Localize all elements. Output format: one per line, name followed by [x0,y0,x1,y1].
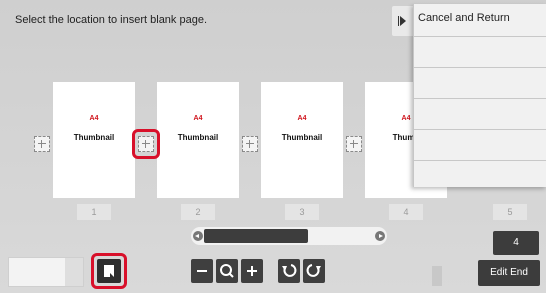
side-panel-row[interactable] [414,130,546,161]
horizontal-scrollbar[interactable] [191,227,387,245]
thumbnail-label: Thumbnail [281,133,323,142]
rotate-right-icon [306,264,321,277]
paper-size-label: A4 [297,115,307,122]
panel-collapse-button[interactable] [392,6,414,36]
insert-slot-1[interactable] [34,136,50,152]
side-panel-row[interactable] [414,68,546,99]
page-number-1: 1 [77,204,111,220]
instruction-text: Select the location to insert blank page… [15,14,208,26]
insert-slot-3[interactable] [242,136,258,152]
page-number-3: 3 [285,204,319,220]
rotate-right-button[interactable] [303,259,325,283]
magnify-icon [220,264,234,278]
page-thumbnail-3[interactable]: A4 Thumbnail [261,82,343,198]
panel-collapse-icon [398,16,399,26]
paper-size-label: A4 [89,115,99,122]
scroll-right-icon[interactable] [375,231,385,241]
scroll-left-icon[interactable] [193,231,203,241]
zoom-in-icon [247,266,257,276]
bottom-field[interactable] [8,257,84,287]
side-panel: Cancel and Return [413,4,546,187]
faded-control [432,266,442,286]
thumbnail-label: Thumbnail [73,133,115,142]
scrollbar-thumb[interactable] [204,229,308,243]
cancel-and-return-button[interactable]: Cancel and Return [414,4,546,37]
page-number-2: 2 [181,204,215,220]
side-panel-row[interactable] [414,37,546,68]
insert-button-highlight [91,253,127,289]
page-count-badge: 4 [493,231,539,255]
edit-end-button[interactable]: Edit End [478,260,540,286]
page-number-5: 5 [493,204,527,220]
rotate-left-button[interactable] [278,259,300,283]
page-thumbnail-2[interactable]: A4 Thumbnail [157,82,239,198]
magnify-button[interactable] [216,259,238,283]
zoom-in-button[interactable] [241,259,263,283]
zoom-out-icon [197,270,207,272]
insert-slot-4[interactable] [346,136,362,152]
paper-size-label: A4 [193,115,203,122]
selected-insert-highlight [132,129,160,159]
page-number-4: 4 [389,204,423,220]
thumbnail-label: Thumbnail [177,133,219,142]
page-thumbnail-1[interactable]: A4 Thumbnail [53,82,135,198]
side-panel-row[interactable] [414,99,546,130]
zoom-out-button[interactable] [191,259,213,283]
rotate-left-icon [282,264,297,277]
